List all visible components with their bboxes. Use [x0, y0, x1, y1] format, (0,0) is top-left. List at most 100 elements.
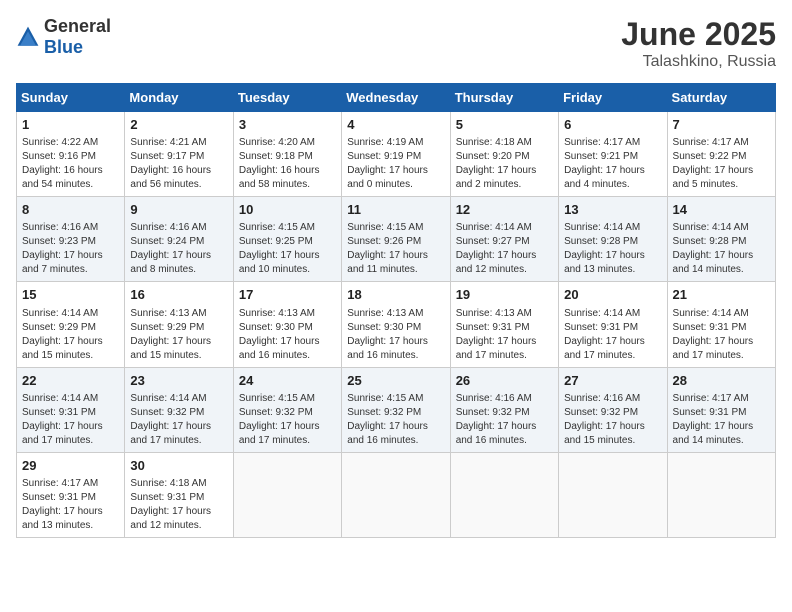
day-info: Sunrise: 4:14 AMSunset: 9:31 PMDaylight:… — [673, 307, 770, 363]
table-row: 12 Sunrise: 4:14 AMSunset: 9:27 PMDayligh… — [450, 197, 558, 282]
day-number: 18 — [347, 286, 444, 304]
generalblue-logo-icon — [16, 25, 40, 49]
day-info: Sunrise: 4:14 AMSunset: 9:32 PMDaylight:… — [130, 392, 227, 448]
day-info: Sunrise: 4:21 AMSunset: 9:17 PMDaylight:… — [130, 136, 227, 192]
day-number: 23 — [130, 372, 227, 390]
calendar-week-row: 29 Sunrise: 4:17 AMSunset: 9:31 PMDayligh… — [17, 452, 776, 537]
day-info: Sunrise: 4:16 AMSunset: 9:23 PMDaylight:… — [22, 221, 119, 277]
col-thursday: Thursday — [450, 84, 558, 112]
day-info: Sunrise: 4:14 AMSunset: 9:31 PMDaylight:… — [564, 307, 661, 363]
table-row: 3 Sunrise: 4:20 AMSunset: 9:18 PMDaylight… — [233, 112, 341, 197]
col-tuesday: Tuesday — [233, 84, 341, 112]
day-number: 3 — [239, 116, 336, 134]
day-number: 7 — [673, 116, 770, 134]
table-row: 19 Sunrise: 4:13 AMSunset: 9:31 PMDayligh… — [450, 282, 558, 367]
table-row: 29 Sunrise: 4:17 AMSunset: 9:31 PMDayligh… — [17, 452, 125, 537]
table-row — [450, 452, 558, 537]
day-info: Sunrise: 4:15 AMSunset: 9:26 PMDaylight:… — [347, 221, 444, 277]
day-number: 5 — [456, 116, 553, 134]
day-info: Sunrise: 4:15 AMSunset: 9:25 PMDaylight:… — [239, 221, 336, 277]
table-row: 21 Sunrise: 4:14 AMSunset: 9:31 PMDayligh… — [667, 282, 775, 367]
day-number: 9 — [130, 201, 227, 219]
table-row: 24 Sunrise: 4:15 AMSunset: 9:32 PMDayligh… — [233, 367, 341, 452]
calendar-week-row: 8 Sunrise: 4:16 AMSunset: 9:23 PMDaylight… — [17, 197, 776, 282]
col-sunday: Sunday — [17, 84, 125, 112]
table-row: 22Sunrise: 4:14 AMSunset: 9:31 PMDayligh… — [17, 367, 125, 452]
day-info: Sunrise: 4:18 AMSunset: 9:31 PMDaylight:… — [130, 477, 227, 533]
day-info: Sunrise: 4:15 AMSunset: 9:32 PMDaylight:… — [347, 392, 444, 448]
table-row — [667, 452, 775, 537]
day-number: 24 — [239, 372, 336, 390]
logo-general: General — [44, 16, 111, 36]
day-number: 21 — [673, 286, 770, 304]
day-info: Sunrise: 4:14 AMSunset: 9:29 PMDaylight:… — [22, 307, 119, 363]
page-header: General Blue June 2025 Talashkino, Russi… — [16, 16, 776, 71]
table-row — [342, 452, 450, 537]
calendar-location: Talashkino, Russia — [621, 53, 776, 71]
table-row — [233, 452, 341, 537]
calendar-week-row: 15 Sunrise: 4:14 AMSunset: 9:29 PMDayligh… — [17, 282, 776, 367]
day-info: Sunrise: 4:14 AMSunset: 9:27 PMDaylight:… — [456, 221, 553, 277]
title-block: June 2025 Talashkino, Russia — [621, 16, 776, 71]
day-info: Sunrise: 4:18 AMSunset: 9:20 PMDaylight:… — [456, 136, 553, 192]
calendar-week-row: 1 Sunrise: 4:22 AMSunset: 9:16 PMDaylight… — [17, 112, 776, 197]
day-info: Sunrise: 4:13 AMSunset: 9:31 PMDaylight:… — [456, 307, 553, 363]
table-row: 20 Sunrise: 4:14 AMSunset: 9:31 PMDayligh… — [559, 282, 667, 367]
table-row: 13 Sunrise: 4:14 AMSunset: 9:28 PMDayligh… — [559, 197, 667, 282]
table-row: 5 Sunrise: 4:18 AMSunset: 9:20 PMDaylight… — [450, 112, 558, 197]
day-info: Sunrise: 4:16 AMSunset: 9:32 PMDaylight:… — [456, 392, 553, 448]
col-wednesday: Wednesday — [342, 84, 450, 112]
table-row: 25 Sunrise: 4:15 AMSunset: 9:32 PMDayligh… — [342, 367, 450, 452]
day-number: 26 — [456, 372, 553, 390]
table-row: 8 Sunrise: 4:16 AMSunset: 9:23 PMDaylight… — [17, 197, 125, 282]
day-number: 12 — [456, 201, 553, 219]
calendar-table: Sunday Monday Tuesday Wednesday Thursday… — [16, 83, 776, 538]
table-row: 18 Sunrise: 4:13 AMSunset: 9:30 PMDayligh… — [342, 282, 450, 367]
table-row: 4 Sunrise: 4:19 AMSunset: 9:19 PMDaylight… — [342, 112, 450, 197]
day-info: Sunrise: 4:16 AMSunset: 9:24 PMDaylight:… — [130, 221, 227, 277]
day-number: 22 — [22, 372, 119, 390]
logo-text: General Blue — [44, 16, 111, 58]
day-number: 25 — [347, 372, 444, 390]
day-number: 27 — [564, 372, 661, 390]
day-number: 29 — [22, 457, 119, 475]
day-number: 15 — [22, 286, 119, 304]
col-saturday: Saturday — [667, 84, 775, 112]
day-info: Sunrise: 4:17 AMSunset: 9:31 PMDaylight:… — [22, 477, 119, 533]
day-number: 2 — [130, 116, 227, 134]
table-row: 6Sunrise: 4:17 AMSunset: 9:21 PMDaylight… — [559, 112, 667, 197]
day-info: Sunrise: 4:19 AMSunset: 9:19 PMDaylight:… — [347, 136, 444, 192]
day-number: 1 — [22, 116, 119, 134]
logo-blue: Blue — [44, 37, 83, 57]
table-row: 1 Sunrise: 4:22 AMSunset: 9:16 PMDaylight… — [17, 112, 125, 197]
day-info: Sunrise: 4:15 AMSunset: 9:32 PMDaylight:… — [239, 392, 336, 448]
day-number: 4 — [347, 116, 444, 134]
day-info: Sunrise: 4:22 AMSunset: 9:16 PMDaylight:… — [22, 136, 119, 192]
table-row: 30 Sunrise: 4:18 AMSunset: 9:31 PMDayligh… — [125, 452, 233, 537]
table-row: 26 Sunrise: 4:16 AMSunset: 9:32 PMDayligh… — [450, 367, 558, 452]
day-number: 28 — [673, 372, 770, 390]
table-row: 2 Sunrise: 4:21 AMSunset: 9:17 PMDaylight… — [125, 112, 233, 197]
table-row: 7 Sunrise: 4:17 AMSunset: 9:22 PMDaylight… — [667, 112, 775, 197]
day-info: Sunrise: 4:16 AMSunset: 9:32 PMDaylight:… — [564, 392, 661, 448]
calendar-title: June 2025 — [621, 16, 776, 53]
table-row: 15 Sunrise: 4:14 AMSunset: 9:29 PMDayligh… — [17, 282, 125, 367]
day-number: 13 — [564, 201, 661, 219]
day-number: 30 — [130, 457, 227, 475]
day-info: Sunrise: 4:13 AMSunset: 9:30 PMDaylight:… — [239, 307, 336, 363]
day-number: 14 — [673, 201, 770, 219]
calendar-header-row: Sunday Monday Tuesday Wednesday Thursday… — [17, 84, 776, 112]
logo: General Blue — [16, 16, 111, 58]
day-info: Sunrise: 4:20 AMSunset: 9:18 PMDaylight:… — [239, 136, 336, 192]
day-number: 11 — [347, 201, 444, 219]
day-number: 20 — [564, 286, 661, 304]
day-info: Sunrise: 4:14 AMSunset: 9:28 PMDaylight:… — [673, 221, 770, 277]
table-row: 28Sunrise: 4:17 AMSunset: 9:31 PMDayligh… — [667, 367, 775, 452]
day-number: 16 — [130, 286, 227, 304]
day-number: 8 — [22, 201, 119, 219]
day-info: Sunrise: 4:17 AMSunset: 9:22 PMDaylight:… — [673, 136, 770, 192]
day-info: Sunrise: 4:14 AMSunset: 9:28 PMDaylight:… — [564, 221, 661, 277]
day-info: Sunrise: 4:13 AMSunset: 9:30 PMDaylight:… — [347, 307, 444, 363]
day-number: 19 — [456, 286, 553, 304]
day-info: Sunrise: 4:17 AMSunset: 9:21 PMDaylight:… — [564, 136, 661, 192]
